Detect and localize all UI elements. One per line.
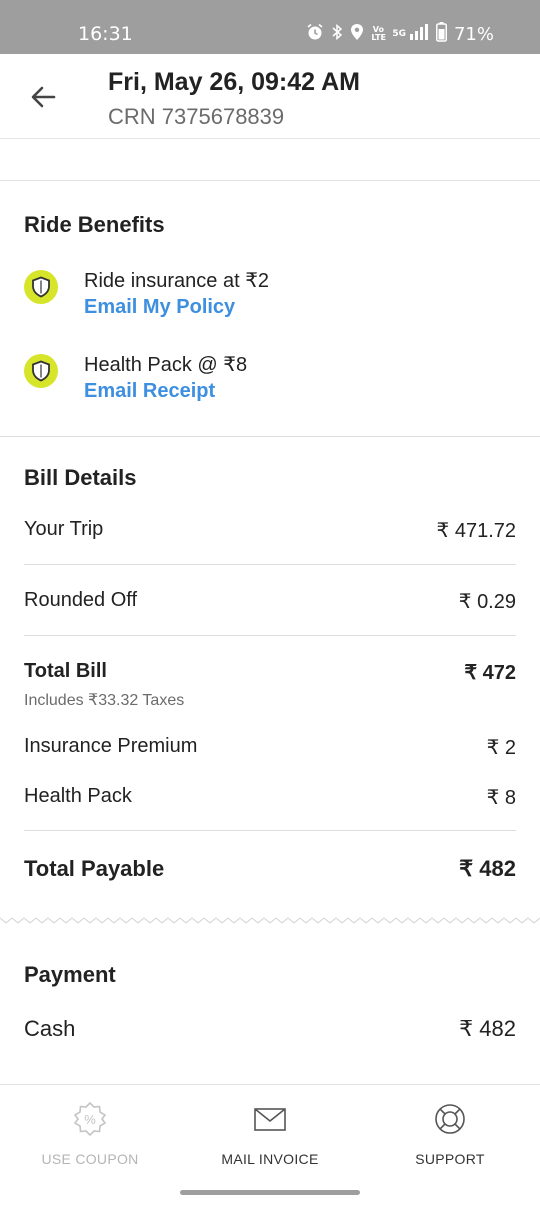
bluetooth-icon — [331, 23, 343, 45]
benefit-text: Health Pack @ ₹8 — [84, 354, 248, 376]
volte-icon: Vo LTE — [371, 25, 387, 42]
location-icon — [350, 23, 364, 45]
app-header: Fri, May 26, 09:42 AM CRN 7375678839 — [0, 54, 540, 139]
alarm-icon — [306, 23, 324, 45]
payment-amount: ₹ 482 — [459, 1016, 516, 1041]
total-payable-label: Total Payable — [24, 856, 165, 881]
use-coupon-label: USE COUPON — [41, 1151, 139, 1167]
status-bar: 16:31 Vo LTE 5G 71% — [0, 0, 540, 54]
rounded-off-label: Rounded Off — [24, 589, 138, 611]
divider — [24, 635, 516, 636]
your-trip-value: ₹ 471.72 — [436, 520, 516, 542]
insurance-premium-label: Insurance Premium — [24, 735, 198, 757]
support-lifebuoy-icon — [430, 1099, 470, 1139]
network-type: 5G — [392, 29, 406, 39]
divider — [0, 436, 540, 437]
email-receipt-link[interactable]: Email Receipt — [84, 380, 215, 403]
bill-details-title: Bill Details — [24, 465, 137, 490]
back-button[interactable] — [26, 80, 60, 114]
status-time: 16:31 — [78, 23, 133, 45]
bottom-action-bar: % USE COUPON MAIL INVOICE SUPPORT — [0, 1084, 540, 1207]
battery-percent: 71% — [453, 23, 494, 45]
total-bill-label: Total Bill — [24, 660, 107, 682]
coupon-icon: % — [70, 1099, 110, 1139]
ride-date-title: Fri, May 26, 09:42 AM — [108, 68, 360, 96]
receipt-zigzag-edge — [0, 906, 540, 930]
support-button[interactable]: SUPPORT — [360, 1099, 540, 1167]
email-policy-link[interactable]: Email My Policy — [84, 296, 235, 319]
status-icons: Vo LTE 5G 71% — [306, 22, 494, 46]
use-coupon-button[interactable]: % USE COUPON — [0, 1099, 180, 1167]
mail-icon — [250, 1099, 290, 1139]
total-bill-value: ₹ 472 — [464, 662, 516, 684]
support-label: SUPPORT — [415, 1151, 485, 1167]
ride-benefits-title: Ride Benefits — [24, 212, 165, 237]
shield-icon — [24, 270, 58, 304]
svg-text:%: % — [84, 1112, 96, 1127]
payment-title: Payment — [24, 962, 116, 987]
shield-icon — [24, 354, 58, 388]
divider — [24, 564, 516, 565]
rounded-off-value: ₹ 0.29 — [458, 591, 516, 613]
mail-invoice-button[interactable]: MAIL INVOICE — [180, 1099, 360, 1167]
taxes-note: Includes ₹33.32 Taxes — [24, 692, 185, 709]
divider — [0, 180, 540, 181]
benefit-text: Ride insurance at ₹2 — [84, 270, 270, 292]
back-arrow-icon — [31, 86, 56, 108]
total-payable-value: ₹ 482 — [459, 856, 516, 881]
crn-number: CRN 7375678839 — [108, 104, 285, 129]
payment-method: Cash — [24, 1016, 76, 1041]
home-indicator[interactable] — [180, 1190, 360, 1195]
health-pack-value: ₹ 8 — [486, 787, 516, 809]
divider — [24, 830, 516, 831]
signal-icon — [409, 24, 429, 44]
insurance-premium-value: ₹ 2 — [486, 737, 516, 759]
health-pack-label: Health Pack — [24, 785, 132, 807]
mail-invoice-label: MAIL INVOICE — [221, 1151, 319, 1167]
your-trip-label: Your Trip — [24, 518, 104, 540]
battery-icon — [435, 22, 447, 46]
